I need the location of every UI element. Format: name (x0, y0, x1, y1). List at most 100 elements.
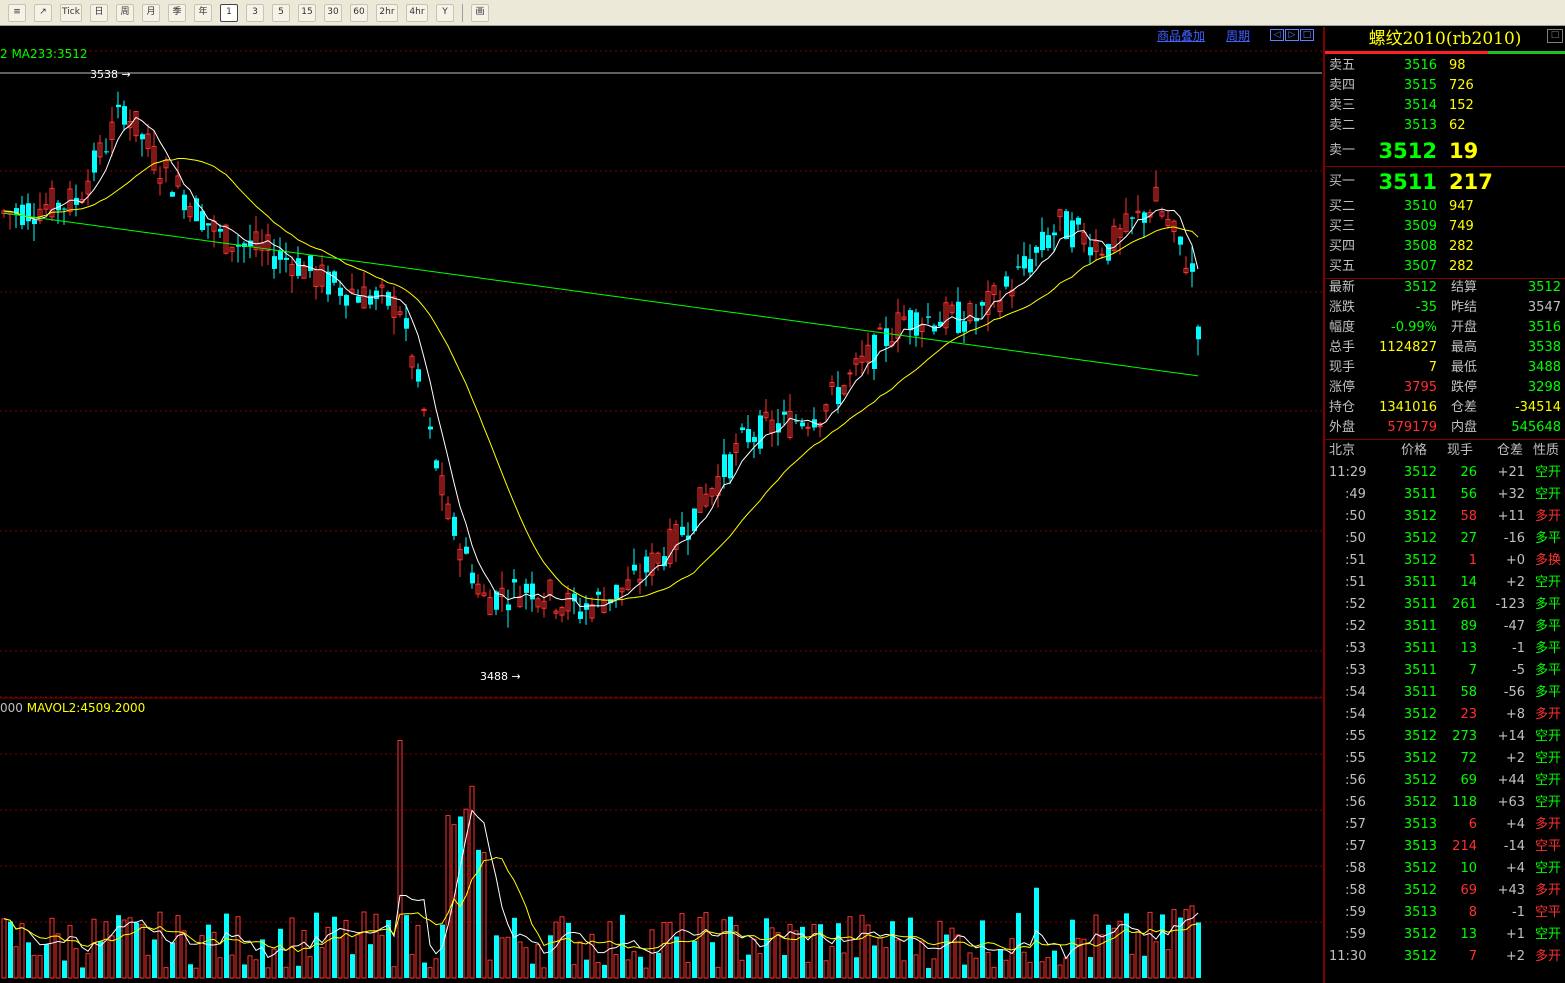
tick-volume: 56 (1460, 487, 1477, 502)
volume-bar (566, 922, 571, 978)
candle-body (356, 296, 361, 303)
toolbar-button-2[interactable]: Tick (60, 3, 82, 22)
volume-bar (19, 923, 25, 979)
stat-row: 外盘 579179 内盘 545648 (1325, 418, 1565, 438)
tick-oi: -1 (1512, 905, 1525, 920)
toolbar-button-15[interactable]: 4hr (406, 3, 428, 22)
tick-volume: 273 (1452, 729, 1477, 744)
toolbar-button-11[interactable]: 15 (298, 3, 316, 22)
tick-volume: 118 (1452, 795, 1477, 810)
tick-nature: 多平 (1534, 531, 1561, 546)
toolbar-button-5[interactable]: 月 (142, 3, 160, 22)
volume-bar (307, 956, 313, 979)
tick-time: :50 (1345, 509, 1366, 524)
volume-bar (373, 913, 379, 979)
candle-body (206, 223, 211, 226)
volume-bar (595, 961, 601, 979)
toolbar-button-3[interactable]: 日 (90, 3, 108, 22)
tick-price: 3512 (1403, 509, 1437, 524)
tick-oi: +8 (1505, 707, 1525, 722)
candle-body (782, 411, 787, 415)
candle-body (877, 327, 883, 330)
ask-volume: 726 (1449, 78, 1474, 93)
volume-bar (530, 963, 535, 978)
tick-volume: 10 (1460, 861, 1477, 876)
bid-volume: 282 (1449, 239, 1474, 254)
tick-row: :58 3512 69 +43 多开 (1325, 880, 1565, 902)
toolbar-button-16[interactable]: Y (436, 3, 454, 22)
tick-oi: +4 (1505, 861, 1525, 876)
volume-bar (949, 927, 955, 979)
volume-bar (944, 934, 949, 978)
volume-bar (656, 952, 661, 978)
candle-body (338, 287, 343, 296)
stat-value-right: 3538 (1527, 340, 1561, 355)
toolbar-button-13[interactable]: 60 (350, 3, 368, 22)
candle-body (805, 426, 811, 429)
volume-bar (463, 808, 469, 979)
tick-oi: -47 (1503, 619, 1525, 634)
toolbar: ≡ ↗ Tick 日周月季年 1 3 5 15 30 60 2hr 4hr Y 画 (0, 0, 1565, 26)
volume-bar (433, 958, 439, 979)
candle-body (836, 387, 841, 405)
volume-bar (1117, 920, 1123, 979)
kline-chart[interactable]: 3538 → 3488 → 2 MA233:3512 000 MAVOL2:450… (0, 27, 1322, 983)
volume-bar (1124, 913, 1129, 978)
tick-time: :52 (1345, 597, 1366, 612)
candle-body (470, 572, 475, 584)
overlay-commodity-link[interactable]: 商品叠加 (1157, 27, 1205, 44)
toolbar-button-9[interactable]: 3 (246, 3, 264, 22)
toolbar-button-1[interactable]: ↗ (34, 3, 52, 22)
candle-body (524, 583, 529, 593)
tick-price: 3511 (1403, 663, 1437, 678)
candle-body (421, 408, 427, 411)
tick-nature: 多开 (1534, 817, 1561, 832)
tick-volume: 1 (1468, 553, 1477, 568)
nav-right-icon[interactable]: ▷ (1285, 29, 1299, 41)
toolbar-button-8[interactable]: 1 (220, 3, 238, 22)
candle-body (200, 211, 205, 230)
volume-bar (355, 934, 361, 979)
tick-price: 3513 (1403, 839, 1437, 854)
stat-label-right: 最高 (1451, 340, 1478, 355)
restore-window-icon[interactable]: □ (1547, 29, 1563, 43)
stat-label-right: 昨结 (1451, 300, 1478, 315)
toolbar-button-6[interactable]: 季 (168, 3, 186, 22)
volume-bar (1196, 922, 1201, 978)
toolbar-button-12[interactable]: 30 (324, 3, 342, 22)
volume-bar (193, 967, 199, 979)
toolbar-button-4[interactable]: 周 (116, 3, 134, 22)
volume-bar (859, 914, 865, 979)
volume-bar (1045, 957, 1051, 979)
volume-bar (1009, 938, 1015, 979)
volume-bar (782, 954, 787, 978)
volume-bar (571, 964, 577, 979)
nav-left-icon[interactable]: ◁ (1270, 29, 1284, 41)
volume-label-prefix: 000 (0, 701, 23, 715)
chart-canvas: 3538 → 3488 → (0, 50, 1322, 979)
volume-bar (440, 924, 445, 978)
candle-body (140, 134, 145, 140)
toolbar-button-14[interactable]: 2hr (376, 3, 398, 22)
volume-bar (1052, 950, 1057, 978)
ask-price: 3514 (1403, 98, 1437, 113)
nav-window-icon[interactable]: □ (1300, 29, 1314, 41)
period-link[interactable]: 周期 (1226, 27, 1250, 44)
tick-row: :55 3512 72 +2 空开 (1325, 748, 1565, 770)
tick-price: 3512 (1403, 773, 1437, 788)
volume-bar (818, 924, 823, 978)
toolbar-button-17[interactable]: 画 (471, 3, 489, 22)
stat-label-right: 开盘 (1451, 320, 1478, 335)
volume-bar (517, 941, 523, 979)
candle-body (416, 369, 421, 382)
tick-nature: 多平 (1534, 641, 1561, 656)
volume-bar (235, 916, 241, 979)
tick-row: :53 3511 13 -1 多平 (1325, 638, 1565, 660)
toolbar-button-7[interactable]: 年 (194, 3, 212, 22)
volume-bar (494, 935, 499, 978)
toolbar-button-0[interactable]: ≡ (8, 3, 26, 22)
toolbar-button-10[interactable]: 5 (272, 3, 290, 22)
tick-volume: 7 (1468, 663, 1477, 678)
volume-bar (805, 961, 811, 979)
bid1-volume: 217 (1449, 170, 1493, 194)
